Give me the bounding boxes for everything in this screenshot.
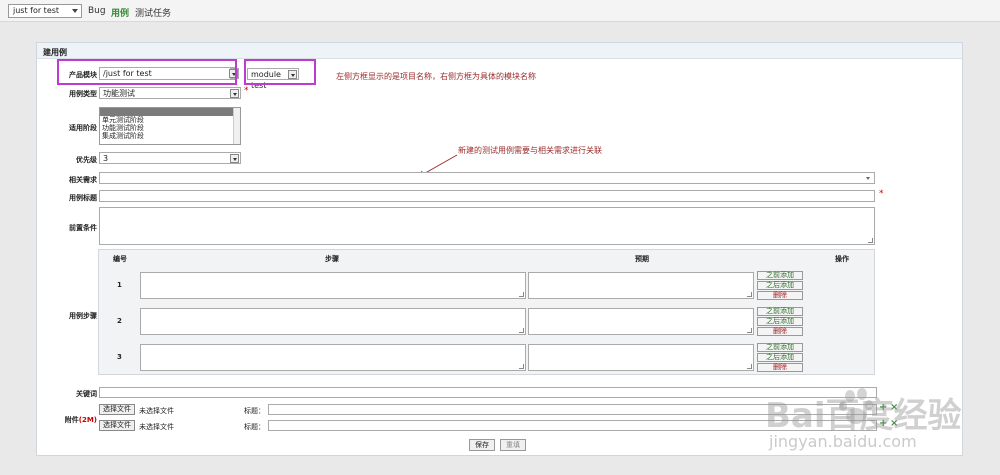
expect-textarea[interactable] xyxy=(528,308,754,335)
module-highlight-box xyxy=(57,59,237,85)
steps-table: 编号 步骤 预期 操作 1 之前添加 之后添加 删除 2 之前添加 之后添加 删… xyxy=(98,249,875,375)
no-file-text: 未选择文件 xyxy=(139,407,174,415)
chevron-down-icon xyxy=(866,177,870,180)
keywords-label: 关键词 xyxy=(76,390,97,398)
chevron-down-icon xyxy=(72,9,78,13)
add-after-button[interactable]: 之后添加 xyxy=(757,281,803,290)
type-select[interactable]: 功能测试 xyxy=(99,87,241,99)
expect-textarea[interactable] xyxy=(528,344,754,371)
story-select[interactable] xyxy=(99,172,875,184)
steps-header-num: 编号 xyxy=(113,255,127,263)
title-input[interactable] xyxy=(99,190,875,202)
save-button[interactable]: 保存 xyxy=(469,439,495,451)
steps-header-expect: 预期 xyxy=(635,255,649,263)
module-annotation: 左侧方框显示的是项目名称，右侧方框为具体的模块名称 xyxy=(336,72,536,81)
delete-step-button[interactable]: 删除 xyxy=(757,291,803,300)
step-textarea[interactable] xyxy=(140,272,526,299)
chevron-down-icon xyxy=(230,154,239,163)
submodule-highlight-box xyxy=(244,59,316,85)
no-file-text: 未选择文件 xyxy=(139,423,174,431)
nav-testtask[interactable]: 测试任务 xyxy=(135,6,171,19)
required-mark: * xyxy=(244,86,249,96)
type-label: 用例类型 xyxy=(69,90,97,98)
stage-listbox[interactable]: 单元测试阶段 功能测试阶段 集成测试阶段 xyxy=(99,107,241,145)
title-label: 用例标题 xyxy=(69,194,97,202)
panel-title: 建用例 xyxy=(43,48,67,57)
type-select-value: 功能测试 xyxy=(103,89,135,98)
watermark-brand: Bai百度经验 xyxy=(765,396,962,436)
delete-step-button[interactable]: 删除 xyxy=(757,363,803,372)
product-select-value: just for test xyxy=(13,6,60,15)
choose-file-button[interactable]: 选择文件 xyxy=(99,404,135,415)
expect-textarea[interactable] xyxy=(528,272,754,299)
step-textarea[interactable] xyxy=(140,344,526,371)
priority-select-value: 3 xyxy=(103,154,109,163)
listbox-scrollbar[interactable] xyxy=(233,108,240,144)
steps-header-action: 操作 xyxy=(835,255,849,263)
files-label: 附件(2M) xyxy=(64,416,97,424)
add-before-button[interactable]: 之前添加 xyxy=(757,271,803,280)
panel-header: 建用例 xyxy=(37,43,962,59)
add-before-button[interactable]: 之前添加 xyxy=(757,343,803,352)
add-after-button[interactable]: 之后添加 xyxy=(757,317,803,326)
step-num: 3 xyxy=(117,353,122,361)
precondition-textarea[interactable] xyxy=(99,207,875,245)
file-title-label: 标题： xyxy=(244,423,265,431)
top-bar: just for test Bug 用例 测试任务 xyxy=(0,0,1000,22)
nav-testcase[interactable]: 用例 xyxy=(111,6,129,19)
product-select[interactable]: just for test xyxy=(8,4,82,18)
stage-option[interactable]: 单元测试阶段 xyxy=(100,116,240,124)
baidu-watermark: Bai百度经验 jingyan.baidu.com xyxy=(755,380,962,475)
reset-button[interactable]: 重填 xyxy=(500,439,526,451)
watermark-url: jingyan.baidu.com xyxy=(769,432,917,451)
precondition-label: 前置条件 xyxy=(69,224,97,232)
required-mark: * xyxy=(879,189,884,199)
choose-file-button[interactable]: 选择文件 xyxy=(99,420,135,431)
priority-select[interactable]: 3 xyxy=(99,152,241,164)
step-textarea[interactable] xyxy=(140,308,526,335)
file-title-label: 标题： xyxy=(244,407,265,415)
step-num: 2 xyxy=(117,317,122,325)
delete-step-button[interactable]: 删除 xyxy=(757,327,803,336)
stage-option[interactable]: 功能测试阶段 xyxy=(100,124,240,132)
stage-label: 适用阶段 xyxy=(69,124,97,132)
step-num: 1 xyxy=(117,281,122,289)
priority-label: 优先级 xyxy=(76,156,97,164)
chevron-down-icon xyxy=(230,89,239,98)
story-label: 相关需求 xyxy=(69,176,97,184)
stage-option[interactable]: 集成测试阶段 xyxy=(100,132,240,140)
stage-option[interactable] xyxy=(100,108,240,116)
steps-label: 用例步骤 xyxy=(69,312,97,320)
nav-bug[interactable]: Bug xyxy=(88,6,106,16)
add-before-button[interactable]: 之前添加 xyxy=(757,307,803,316)
add-after-button[interactable]: 之后添加 xyxy=(757,353,803,362)
steps-header-step: 步骤 xyxy=(325,255,339,263)
story-annotation: 新建的测试用例需要与相关需求进行关联 xyxy=(458,146,602,155)
